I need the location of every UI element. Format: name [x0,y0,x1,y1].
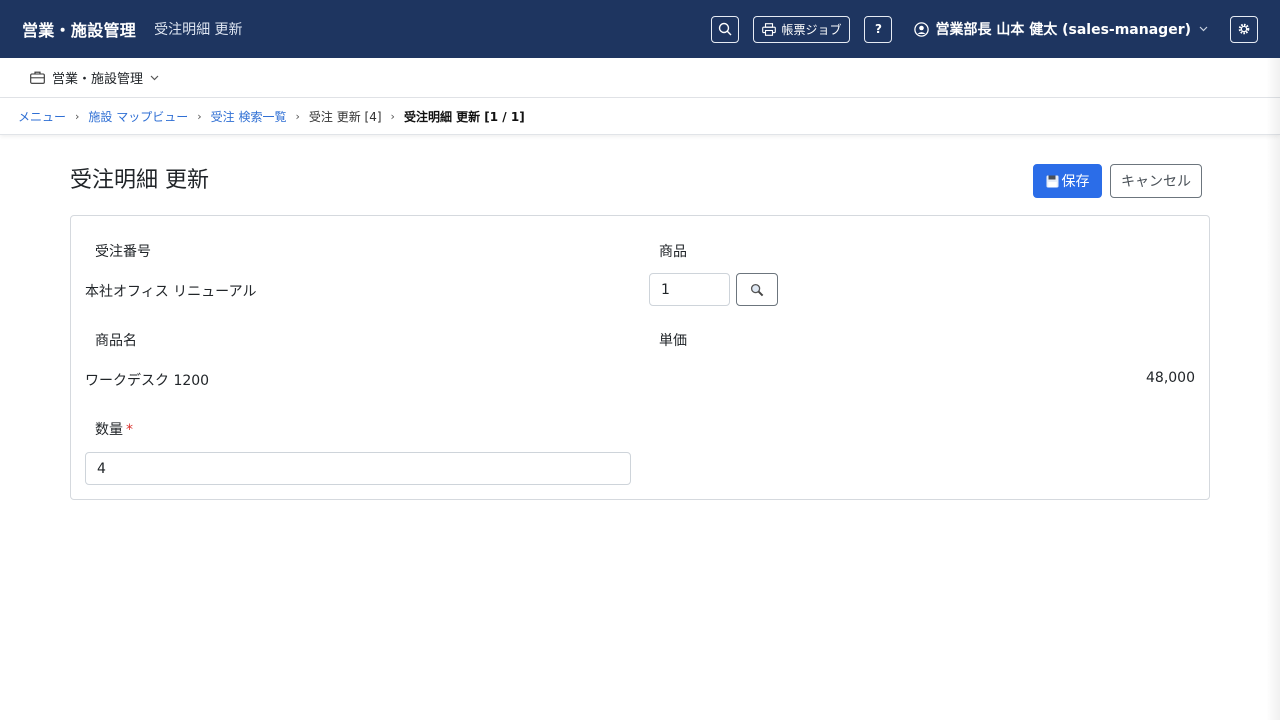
order-number-value: 本社オフィス リニューアル [85,284,257,300]
breadcrumb-item-facility-map[interactable]: 施設 マップビュー [88,108,188,125]
breadcrumb-item-order-update: 受注 更新 [4] [308,109,382,124]
navbar-page-subtitle: 受注明細 更新 [154,22,243,38]
module-selector[interactable]: 営業・施設管理 [0,58,1280,98]
unit-price-value: 48,000 [1146,370,1195,386]
top-navbar: 営業・施設管理 受注明細 更新 帳票ジョブ ? 営業部長 山本 健太 (sale… [0,0,1280,58]
cancel-button[interactable]: キャンセル [1110,164,1202,198]
quantity-input[interactable] [85,452,631,485]
breadcrumb-separator: › [197,109,202,123]
product-search-button[interactable] [736,273,778,306]
unit-price-label: 単価 [659,333,687,349]
breadcrumb-item-order-search[interactable]: 受注 検索一覧 [211,108,287,125]
breadcrumb: メニュー › 施設 マップビュー › 受注 検索一覧 › 受注 更新 [4] ›… [0,98,1280,135]
module-label: 営業・施設管理 [52,72,144,87]
printer-icon [762,22,777,36]
order-detail-form: 受注番号 本社オフィス リニューアル 商品 商品名 ワークデスク 1200 単価… [70,215,1210,500]
save-button[interactable]: 保存 [1033,164,1102,198]
breadcrumb-separator: › [295,109,300,123]
order-number-label: 受注番号 [95,244,151,260]
app-brand[interactable]: 営業・施設管理 [22,17,136,41]
quantity-label: 数量 * [95,419,133,439]
product-name-label: 商品名 [95,333,137,349]
navbar-actions: 帳票ジョブ ? 営業部長 山本 健太 (sales-manager) [711,15,1258,43]
user-menu[interactable]: 営業部長 山本 健太 (sales-manager) [914,19,1208,39]
print-jobs-button[interactable]: 帳票ジョブ [753,15,851,43]
user-circle-icon [914,21,930,37]
magnifier-icon [750,283,764,296]
help-button[interactable]: ? [864,15,893,43]
settings-button[interactable] [1230,15,1258,43]
scrollbar-shadow [1266,58,1280,720]
page-title: 受注明細 更新 [70,168,209,193]
chevron-down-icon [150,75,159,80]
search-icon [719,22,732,36]
user-name: 営業部長 山本 健太 (sales-manager) [935,22,1191,38]
gear-icon [1238,23,1250,35]
required-mark: * [126,422,133,438]
print-jobs-label: 帳票ジョブ [781,22,842,37]
breadcrumb-current: 受注明細 更新 [1 / 1] [403,109,525,124]
quantity-label-text: 数量 [95,422,123,438]
chevron-down-icon [1199,26,1208,32]
search-button[interactable] [711,15,740,43]
save-label: 保存 [1061,173,1090,189]
briefcase-icon [30,71,45,84]
breadcrumb-separator: › [390,109,395,123]
breadcrumb-item-menu[interactable]: メニュー [18,108,66,125]
breadcrumb-separator: › [75,109,80,123]
product-code-input[interactable] [649,273,730,306]
product-label: 商品 [659,244,687,260]
product-name-value: ワークデスク 1200 [85,373,210,389]
help-label: ? [875,22,882,36]
floppy-disk-icon [1046,175,1058,187]
